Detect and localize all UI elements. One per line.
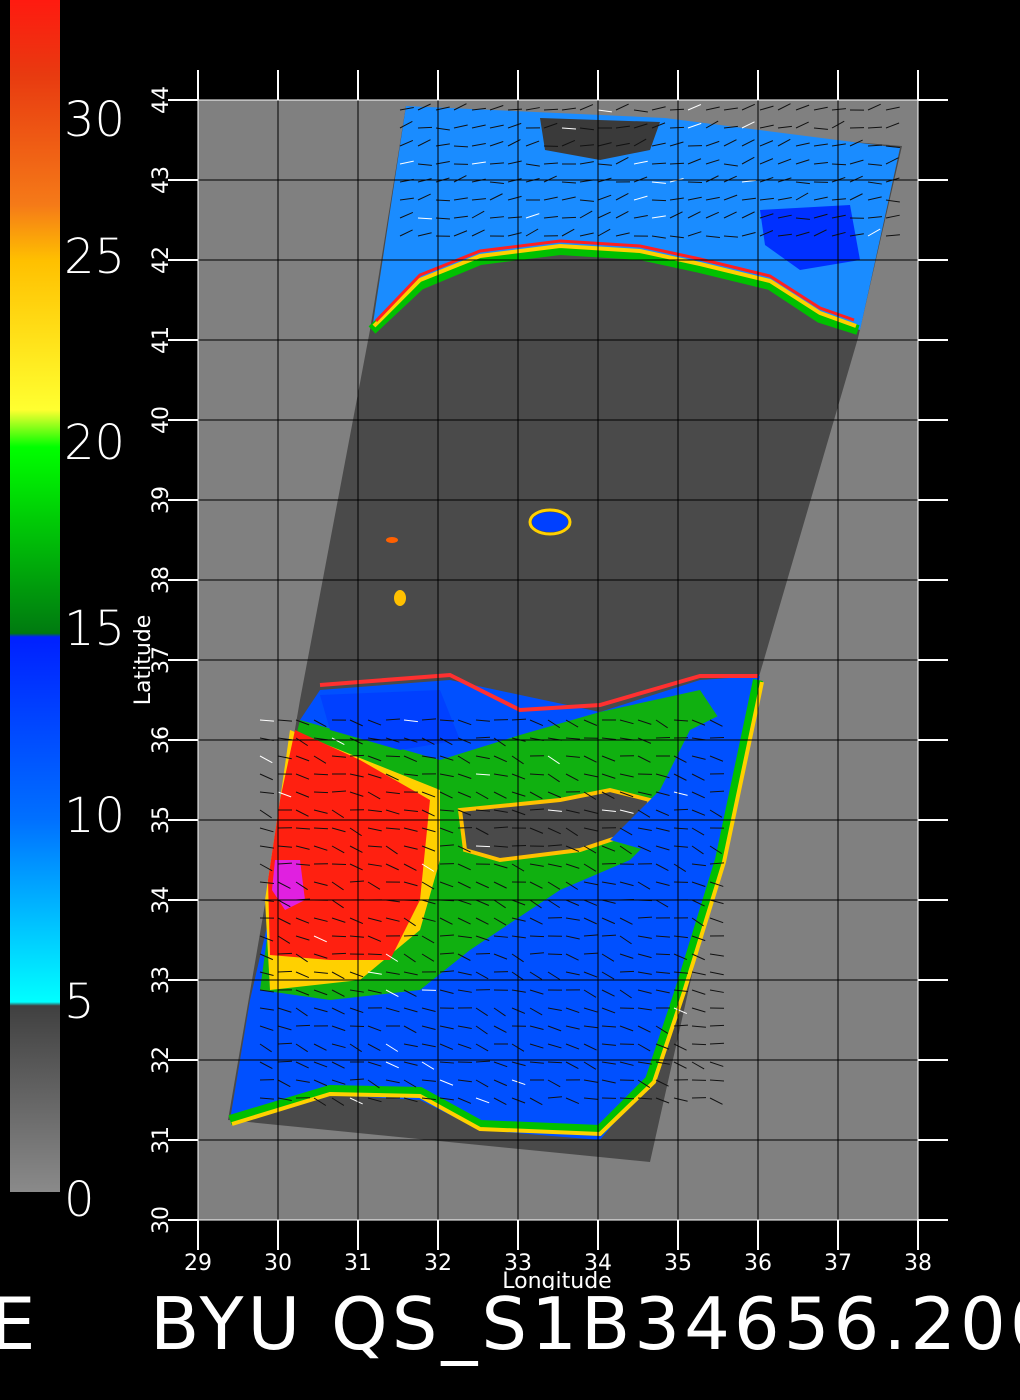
footer-left-fragment: E bbox=[0, 1282, 36, 1366]
wind-vector bbox=[331, 935, 347, 938]
wind-vector bbox=[331, 952, 347, 955]
wind-map: 29 30 31 32 33 34 35 36 37 3830313233343536373839… bbox=[131, 70, 948, 1290]
y-tick-label: 36 bbox=[149, 726, 174, 754]
y-tick-label: 30 bbox=[149, 1206, 174, 1234]
wind-vector bbox=[691, 1043, 707, 1046]
y-tick-label: 44 bbox=[149, 86, 174, 114]
wind-vector bbox=[687, 181, 703, 184]
y-tick-label: 42 bbox=[149, 246, 174, 274]
y-tick-label: 41 bbox=[149, 326, 174, 354]
wind-vector bbox=[673, 808, 689, 811]
y-axis-title: Latitude bbox=[131, 615, 156, 706]
wind-vector bbox=[349, 1025, 365, 1028]
wind-vector bbox=[475, 845, 491, 848]
x-tick-label: 36 bbox=[744, 1251, 772, 1276]
y-tick-label: 31 bbox=[149, 1126, 174, 1154]
y-tick-label: 39 bbox=[149, 486, 174, 514]
wind-vector bbox=[511, 844, 527, 847]
y-tick-label: 38 bbox=[149, 566, 174, 594]
x-tick-label: 35 bbox=[664, 1251, 692, 1276]
wind-vector bbox=[313, 827, 329, 830]
wind-vector bbox=[669, 126, 685, 129]
wind-vector bbox=[349, 754, 365, 757]
lake-dot-2 bbox=[394, 590, 406, 606]
wind-vector bbox=[619, 970, 635, 973]
wind-vector bbox=[655, 953, 671, 956]
y-tick-label: 34 bbox=[149, 886, 174, 914]
wind-vector bbox=[385, 755, 401, 758]
wind-vector bbox=[403, 934, 419, 937]
wind-vector bbox=[561, 216, 577, 219]
x-tick-label: 31 bbox=[344, 1251, 372, 1276]
wind-vector bbox=[277, 952, 293, 955]
x-tick-label: 30 bbox=[264, 1251, 292, 1276]
wind-vector bbox=[709, 1024, 725, 1027]
y-tick-label: 43 bbox=[149, 166, 174, 194]
y-tick-label: 33 bbox=[149, 966, 174, 994]
wind-vector bbox=[295, 1024, 311, 1027]
wind-vector bbox=[651, 199, 667, 202]
y-tick-label: 40 bbox=[149, 406, 174, 434]
x-tick-label: 37 bbox=[824, 1251, 852, 1276]
wind-vector bbox=[417, 126, 433, 129]
wind-vector bbox=[367, 953, 383, 956]
lake-patch bbox=[532, 512, 568, 532]
wind-vector bbox=[601, 862, 617, 865]
wind-vector bbox=[313, 791, 329, 794]
wind-vector bbox=[547, 953, 563, 956]
x-tick-label: 38 bbox=[904, 1251, 932, 1276]
wind-vector bbox=[655, 736, 671, 739]
y-tick-label: 35 bbox=[149, 806, 174, 834]
x-tick-label: 29 bbox=[184, 1251, 212, 1276]
y-tick-label: 32 bbox=[149, 1046, 174, 1074]
wind-vector bbox=[529, 935, 545, 938]
wind-vector bbox=[669, 162, 685, 165]
x-tick-label: 32 bbox=[424, 1251, 452, 1276]
footer-title: BYU QS_S1B34656.200 bbox=[150, 1282, 1020, 1366]
wind-vector bbox=[277, 970, 293, 973]
lake-dot-1 bbox=[386, 537, 398, 543]
